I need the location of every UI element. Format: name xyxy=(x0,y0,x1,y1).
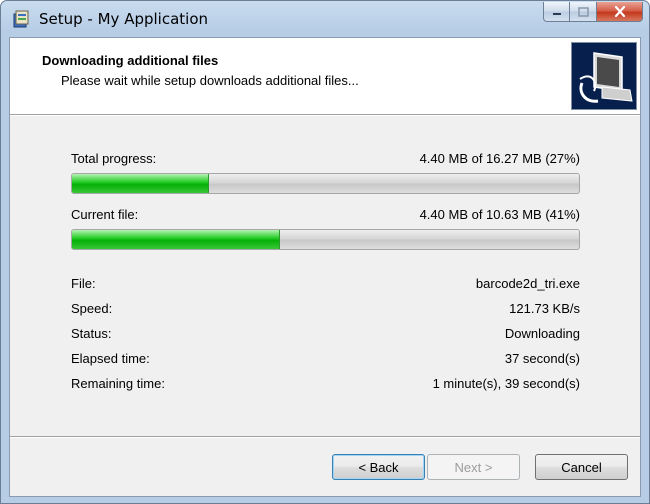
speed-value: 121.73 KB/s xyxy=(509,301,580,316)
elapsed-time-label: Elapsed time: xyxy=(71,351,150,366)
wizard-header: Downloading additional files Please wait… xyxy=(10,38,640,115)
detail-row-file: File: barcode2d_tri.exe xyxy=(71,276,580,294)
elapsed-time-value: 37 second(s) xyxy=(504,351,580,366)
window-title: Setup - My Application xyxy=(39,10,209,28)
page-title: Downloading additional files xyxy=(42,53,219,68)
wizard-header-image xyxy=(571,42,637,110)
status-value: Downloading xyxy=(504,326,580,341)
back-button[interactable]: < Back xyxy=(332,454,425,480)
maximize-button[interactable] xyxy=(570,2,597,22)
status-label: Status: xyxy=(71,326,112,341)
speed-label: Speed: xyxy=(71,301,113,316)
total-progress-label: Total progress: xyxy=(71,151,157,166)
computer-setup-icon xyxy=(579,52,633,103)
file-label: File: xyxy=(71,276,96,291)
current-file-value: 4.40 MB of 10.63 MB (41%) xyxy=(419,207,580,222)
cancel-button[interactable]: Cancel xyxy=(535,454,628,480)
current-file-progress-fill xyxy=(72,230,280,249)
next-button[interactable]: Next > xyxy=(427,454,520,480)
total-progress-row: Total progress: 4.40 MB of 16.27 MB (27%… xyxy=(71,151,580,169)
detail-row-status: Status: Downloading xyxy=(71,326,580,344)
close-button[interactable] xyxy=(597,2,643,22)
detail-row-speed: Speed: 121.73 KB/s xyxy=(71,301,580,319)
file-value: barcode2d_tri.exe xyxy=(475,276,580,291)
remaining-time-label: Remaining time: xyxy=(71,376,165,391)
current-file-row: Current file: 4.40 MB of 10.63 MB (41%) xyxy=(71,207,580,225)
setup-window: Setup - My Application Downloading addit… xyxy=(0,0,650,504)
footer-divider xyxy=(10,436,640,438)
minimize-icon xyxy=(552,12,561,15)
title-bar[interactable]: Setup - My Application xyxy=(1,1,649,37)
current-file-label: Current file: xyxy=(71,207,139,222)
total-progress-bar xyxy=(71,173,580,194)
caption-buttons xyxy=(543,2,643,22)
total-progress-fill xyxy=(72,174,209,193)
minimize-button[interactable] xyxy=(543,2,570,22)
header-separator xyxy=(10,115,640,116)
detail-row-elapsed: Elapsed time: 37 second(s) xyxy=(71,351,580,369)
current-file-progress-bar xyxy=(71,229,580,250)
remaining-time-value: 1 minute(s), 39 second(s) xyxy=(432,376,580,391)
maximize-icon xyxy=(577,6,589,17)
page-subtitle: Please wait while setup downloads additi… xyxy=(61,73,359,88)
setup-app-icon xyxy=(13,10,29,28)
total-progress-value: 4.40 MB of 16.27 MB (27%) xyxy=(419,151,580,166)
detail-row-remaining: Remaining time: 1 minute(s), 39 second(s… xyxy=(71,376,580,394)
close-icon xyxy=(614,6,625,17)
wizard-page: Downloading additional files Please wait… xyxy=(9,37,641,497)
